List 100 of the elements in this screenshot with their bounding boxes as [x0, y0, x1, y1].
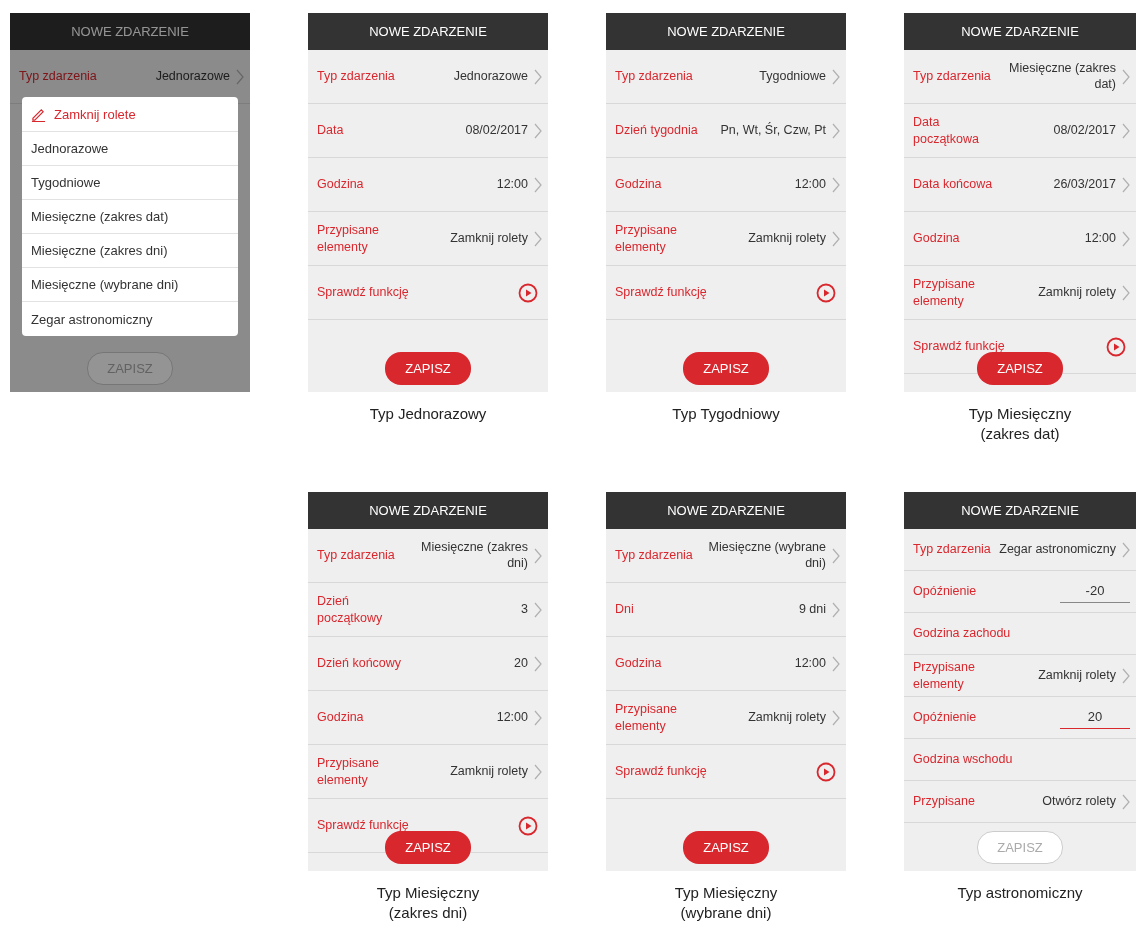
screen-caption: Typ Miesięczny (zakres dni)	[375, 883, 481, 922]
settings-row[interactable]: Godzina 12:00	[606, 637, 846, 691]
save-button[interactable]: ZAPISZ	[683, 831, 769, 864]
menu-item[interactable]: Miesięczne (wybrane dni)	[22, 268, 238, 302]
screen-title: NOWE ZDARZENIE	[308, 13, 548, 50]
settings-row[interactable]: Sprawdź funkcję	[606, 266, 846, 320]
row-value: 3	[520, 601, 528, 618]
row-value: 12:00	[495, 709, 528, 726]
row-label: Opóźnienie	[913, 583, 977, 600]
chevron-right-icon	[1122, 176, 1130, 193]
settings-row[interactable]: Dzień tygodnia Pn, Wt, Śr, Czw, Pt	[606, 104, 846, 158]
play-icon[interactable]	[816, 761, 836, 782]
row-value: Zamknij rolety	[747, 230, 826, 247]
settings-row[interactable]: Przypisane elementy Zamknij rolety	[308, 212, 548, 266]
row-label: Przypisane elementy	[615, 222, 678, 255]
settings-row[interactable]: Dzień końcowy 20	[308, 637, 548, 691]
chevron-right-icon	[534, 601, 542, 618]
screen-title: NOWE ZDARZENIE	[606, 492, 846, 529]
row-label: Typ zdarzenia	[317, 547, 395, 564]
row-label: Dzień końcowy	[317, 655, 402, 672]
settings-row[interactable]: Data końcowa 26/03/2017	[904, 158, 1136, 212]
settings-row[interactable]: Godzina 12:00	[308, 691, 548, 745]
number-field[interactable]: -20	[1060, 580, 1130, 603]
row-label: Godzina zachodu	[913, 625, 1011, 642]
row-value: Zamknij rolety	[1037, 284, 1116, 301]
settings-row[interactable]: Godzina 12:00	[606, 158, 846, 212]
settings-row[interactable]: Przypisane elementy Zamknij rolety	[308, 745, 548, 799]
settings-row[interactable]: Przypisane elementy Zamknij rolety	[904, 266, 1136, 320]
row-label: Przypisane elementy	[615, 701, 678, 734]
row-value: 12:00	[793, 655, 826, 672]
settings-row[interactable]: Typ zdarzenia Miesięczne (zakres dat)	[904, 50, 1136, 104]
settings-row[interactable]: Typ zdarzenia Tygodniowe	[606, 50, 846, 104]
settings-row[interactable]: Dni 9 dni	[606, 583, 846, 637]
screen-caption: Typ astronomiczny	[957, 883, 1083, 903]
row-label: Przypisane elementy	[913, 276, 976, 309]
row-value: 20	[513, 655, 528, 672]
row-label: Typ zdarzenia	[317, 68, 395, 85]
number-field[interactable]: 20	[1060, 706, 1130, 729]
row-label: Godzina	[615, 655, 662, 672]
settings-row[interactable]: Typ zdarzenia Zegar astronomiczny	[904, 529, 1136, 571]
row-value: Tygodniowe	[758, 68, 826, 85]
chevron-right-icon	[832, 68, 840, 85]
row-value: 9 dni	[797, 601, 826, 618]
row-label: Godzina	[615, 176, 662, 193]
row-value: Jednorazowe	[154, 68, 230, 85]
settings-row[interactable]: Typ zdarzenia Jednorazowe	[308, 50, 548, 104]
play-icon[interactable]	[816, 282, 836, 303]
chevron-right-icon	[832, 547, 840, 564]
menu-item[interactable]: Tygodniowe	[22, 166, 238, 200]
menu-item[interactable]: Zegar astronomiczny	[22, 302, 238, 336]
row-label: Typ zdarzenia	[615, 547, 693, 564]
row-value: Miesięczne (zakres dat)	[1008, 60, 1116, 93]
menu-item[interactable]: Jednorazowe	[22, 132, 238, 166]
save-button[interactable]: ZAPISZ	[385, 352, 471, 385]
row-value: Zamknij rolety	[449, 763, 528, 780]
row-label: Godzina	[913, 230, 960, 247]
screen-title: NOWE ZDARZENIE	[10, 13, 250, 50]
settings-row[interactable]: Przypisane elementy Zamknij rolety	[904, 655, 1136, 697]
row-label: Sprawdź funkcję	[615, 284, 707, 301]
settings-row[interactable]: Sprawdź funkcję	[308, 266, 548, 320]
settings-row[interactable]: Typ zdarzenia Miesięczne (wybrane dni)	[606, 529, 846, 583]
row-value: Miesięczne (zakres dni)	[420, 539, 528, 572]
settings-row[interactable]: Sprawdź funkcję	[606, 745, 846, 799]
menu-item[interactable]: Miesięczne (zakres dni)	[22, 234, 238, 268]
row-label: Przypisane	[913, 793, 975, 810]
settings-row[interactable]: Przypisane elementy Zamknij rolety	[606, 212, 846, 266]
chevron-right-icon	[1122, 230, 1130, 247]
save-button[interactable]: ZAPISZ	[683, 352, 769, 385]
settings-row[interactable]: Dzień początkowy 3	[308, 583, 548, 637]
row-label: Dzień tygodnia	[615, 122, 698, 139]
settings-row[interactable]: Opóźnienie 20	[904, 697, 1136, 739]
play-icon[interactable]	[518, 282, 538, 303]
settings-row[interactable]: Przypisane Otwórz rolety	[904, 781, 1136, 823]
settings-row[interactable]: Typ zdarzenia Miesięczne (zakres dni)	[308, 529, 548, 583]
screen-title: NOWE ZDARZENIE	[904, 492, 1136, 529]
save-button[interactable]: ZAPISZ	[385, 831, 471, 864]
chevron-right-icon	[832, 176, 840, 193]
screen-title: NOWE ZDARZENIE	[308, 492, 548, 529]
settings-row[interactable]: Godzina wschodu	[904, 739, 1136, 781]
chevron-right-icon	[534, 547, 542, 564]
settings-row[interactable]: Godzina zachodu	[904, 613, 1136, 655]
chevron-right-icon	[1122, 68, 1130, 85]
chevron-right-icon	[832, 230, 840, 247]
play-icon[interactable]	[1106, 336, 1126, 357]
settings-row[interactable]: Data 08/02/2017	[308, 104, 548, 158]
row-label: Data	[317, 122, 344, 139]
chevron-right-icon	[832, 122, 840, 139]
settings-row[interactable]: Data początkowa 08/02/2017	[904, 104, 1136, 158]
save-button[interactable]: ZAPISZ	[977, 352, 1063, 385]
row-value: Otwórz rolety	[1041, 793, 1116, 810]
settings-row[interactable]: Godzina 12:00	[308, 158, 548, 212]
row-label: Data końcowa	[913, 176, 993, 193]
menu-item[interactable]: Miesięczne (zakres dat)	[22, 200, 238, 234]
settings-row[interactable]: Opóźnienie -20	[904, 571, 1136, 613]
chevron-right-icon	[236, 68, 244, 85]
row-value: 26/03/2017	[1052, 176, 1116, 193]
settings-row[interactable]: Przypisane elementy Zamknij rolety	[606, 691, 846, 745]
row-value: Zamknij rolety	[1037, 667, 1116, 684]
play-icon[interactable]	[518, 815, 538, 836]
settings-row[interactable]: Godzina 12:00	[904, 212, 1136, 266]
